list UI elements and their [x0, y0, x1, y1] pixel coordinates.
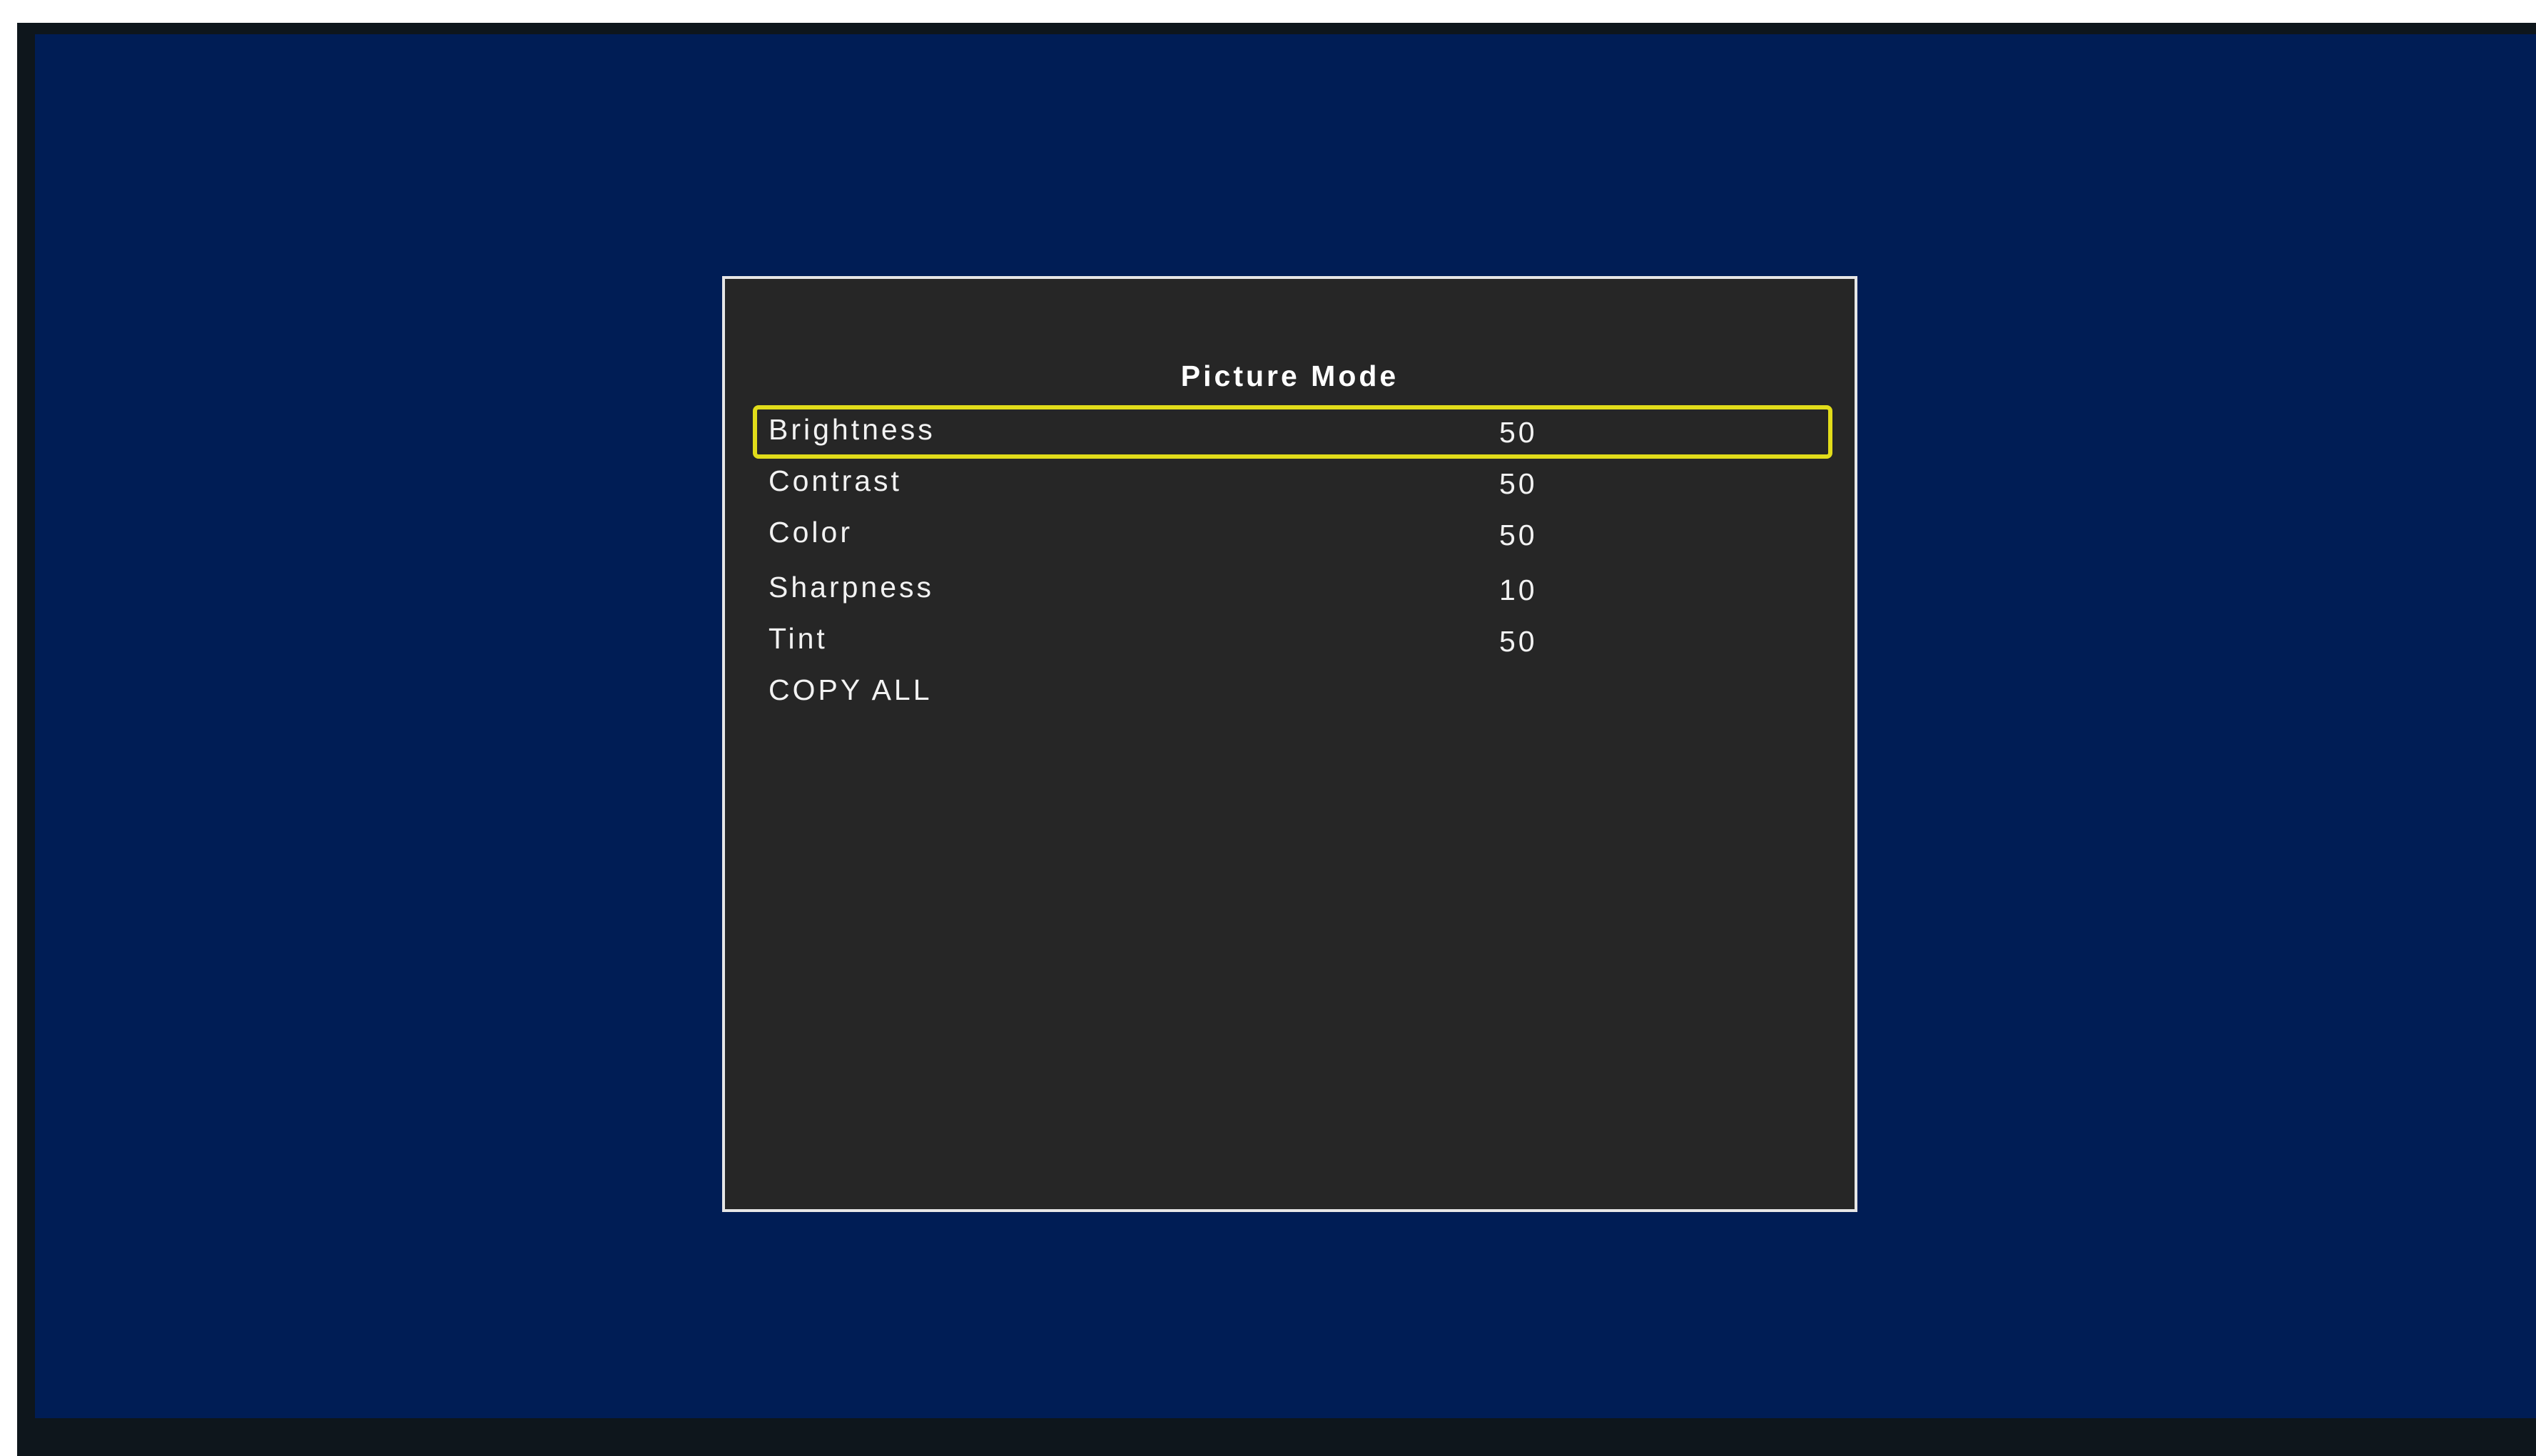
menu-item-label: Color	[769, 516, 853, 549]
menu-item-label: Tint	[769, 622, 828, 655]
tv-screen: Picture Mode Brightness 50 Contrast 50 C…	[35, 34, 2536, 1418]
picture-mode-menu: Picture Mode Brightness 50 Contrast 50 C…	[722, 276, 1857, 1212]
menu-item-value: 50	[1499, 416, 1538, 449]
menu-item-value: 10	[1499, 574, 1538, 606]
menu-item-label: Brightness	[769, 413, 935, 446]
menu-item-color[interactable]: Color 50	[753, 508, 1832, 561]
menu-item-label: Contrast	[769, 464, 902, 497]
menu-title: Picture Mode	[1180, 360, 1399, 392]
menu-item-value: 50	[1499, 625, 1538, 658]
menu-item-value: 50	[1499, 467, 1538, 500]
menu-item-label: COPY ALL	[769, 673, 933, 706]
menu-item-brightness[interactable]: Brightness 50	[753, 405, 1832, 459]
menu-item-value: 50	[1499, 519, 1538, 551]
menu-item-copy-all[interactable]: COPY ALL	[753, 666, 1832, 719]
menu-item-tint[interactable]: Tint 50	[753, 614, 1832, 668]
menu-item-label: Sharpness	[769, 571, 935, 604]
menu-item-contrast[interactable]: Contrast 50	[753, 457, 1832, 510]
menu-item-sharpness[interactable]: Sharpness 10	[753, 563, 1832, 616]
